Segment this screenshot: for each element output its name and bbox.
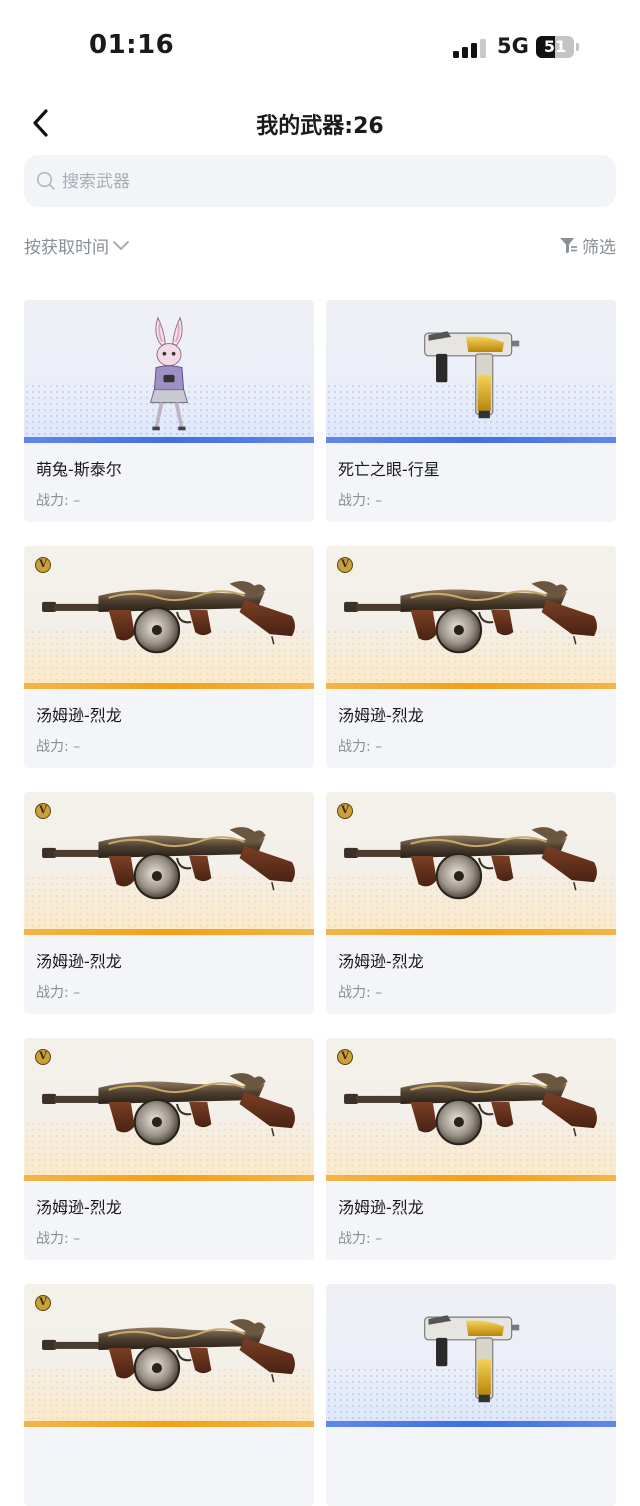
- weapon-name: 汤姆逊-烈龙: [338, 1198, 424, 1217]
- weapon-image: [326, 300, 616, 443]
- vip-badge-icon: V: [35, 557, 51, 573]
- weapon-power: 战力: –: [36, 493, 81, 509]
- cellular-signal-icon: [453, 38, 487, 58]
- smg-art: [419, 1302, 523, 1406]
- weapon-power: 战力: –: [36, 985, 81, 1001]
- rarity-bar: [24, 437, 314, 443]
- vip-badge-icon: V: [35, 1049, 51, 1065]
- thompson-dragon-art: [38, 572, 300, 664]
- thompson-dragon-art: [340, 1064, 602, 1156]
- rarity-bar: [326, 437, 616, 443]
- weapon-card[interactable]: V 汤姆逊-烈龙 战力: –: [24, 1038, 314, 1260]
- battery-level: 51: [543, 37, 567, 56]
- weapon-card[interactable]: 死亡之眼-行星 战力: –: [326, 300, 616, 522]
- weapon-power: 战力: –: [338, 985, 383, 1001]
- smg-art: [419, 318, 523, 422]
- thompson-dragon-art: [340, 572, 602, 664]
- sort-dropdown[interactable]: 按获取时间: [24, 233, 129, 258]
- weapon-name: 汤姆逊-烈龙: [36, 1198, 122, 1217]
- weapon-image: V: [24, 1284, 314, 1427]
- weapon-image: [326, 1284, 616, 1427]
- weapon-card[interactable]: V 汤姆逊-烈龙 战力: –: [326, 546, 616, 768]
- thompson-dragon-art: [38, 1064, 300, 1156]
- chevron-down-icon: [113, 240, 129, 250]
- weapon-power: 战力: –: [338, 739, 383, 755]
- weapon-power: 战力: –: [36, 1231, 81, 1247]
- filter-label: 筛选: [582, 238, 616, 258]
- weapon-image: V: [24, 792, 314, 935]
- search-input[interactable]: [60, 155, 604, 209]
- vip-badge-icon: V: [337, 1049, 353, 1065]
- weapon-name: 汤姆逊-烈龙: [36, 952, 122, 971]
- rarity-bar: [24, 1175, 314, 1181]
- weapon-card[interactable]: 萌兔-斯泰尔 战力: –: [24, 300, 314, 522]
- rarity-bar: [24, 683, 314, 689]
- rarity-bar: [326, 1421, 616, 1427]
- rarity-bar: [326, 1175, 616, 1181]
- weapon-card[interactable]: V 汤姆逊-烈龙 战力: –: [24, 546, 314, 768]
- weapon-image: V: [326, 1038, 616, 1181]
- vip-badge-icon: V: [35, 803, 51, 819]
- weapon-image: V: [326, 792, 616, 935]
- filter-icon: [560, 237, 577, 253]
- rarity-bar: [326, 683, 616, 689]
- status-bar: 01:16 5G 51: [0, 0, 640, 94]
- status-time: 01:16: [89, 30, 175, 60]
- weapon-name: 汤姆逊-烈龙: [338, 952, 424, 971]
- weapon-power: 战力: –: [338, 493, 383, 509]
- rarity-bar: [24, 1421, 314, 1427]
- thompson-dragon-art: [38, 1310, 300, 1402]
- weapon-name: 汤姆逊-烈龙: [36, 706, 122, 725]
- bunny-character-art: [141, 314, 197, 434]
- weapon-image: V: [24, 546, 314, 689]
- page-title: 我的武器:26: [256, 114, 384, 139]
- vip-badge-icon: V: [337, 803, 353, 819]
- rarity-bar: [326, 929, 616, 935]
- network-type: 5G: [497, 34, 529, 58]
- weapon-name: 萌兔-斯泰尔: [36, 460, 122, 479]
- weapon-name: 汤姆逊-烈龙: [338, 706, 424, 725]
- battery-tip: [576, 43, 579, 51]
- weapon-card[interactable]: [326, 1284, 616, 1506]
- sort-label: 按获取时间: [24, 238, 109, 258]
- weapon-name: 死亡之眼-行星: [338, 460, 440, 479]
- weapon-card[interactable]: V 汤姆逊-烈龙 战力: –: [24, 792, 314, 1014]
- weapon-image: [24, 300, 314, 443]
- filter-button[interactable]: 筛选: [559, 233, 616, 258]
- weapon-card[interactable]: V: [24, 1284, 314, 1506]
- vip-badge-icon: V: [35, 1295, 51, 1311]
- weapon-power: 战力: –: [36, 739, 81, 755]
- weapon-power: 战力: –: [338, 1231, 383, 1247]
- battery-icon: 51: [536, 36, 574, 58]
- weapon-card[interactable]: V 汤姆逊-烈龙 战力: –: [326, 792, 616, 1014]
- search-icon: [36, 171, 55, 190]
- rarity-bar: [24, 929, 314, 935]
- weapon-image: V: [326, 546, 616, 689]
- thompson-dragon-art: [38, 818, 300, 910]
- vip-badge-icon: V: [337, 557, 353, 573]
- weapon-image: V: [24, 1038, 314, 1181]
- weapon-card[interactable]: V 汤姆逊-烈龙 战力: –: [326, 1038, 616, 1260]
- thompson-dragon-art: [340, 818, 602, 910]
- search-bar[interactable]: [24, 155, 616, 209]
